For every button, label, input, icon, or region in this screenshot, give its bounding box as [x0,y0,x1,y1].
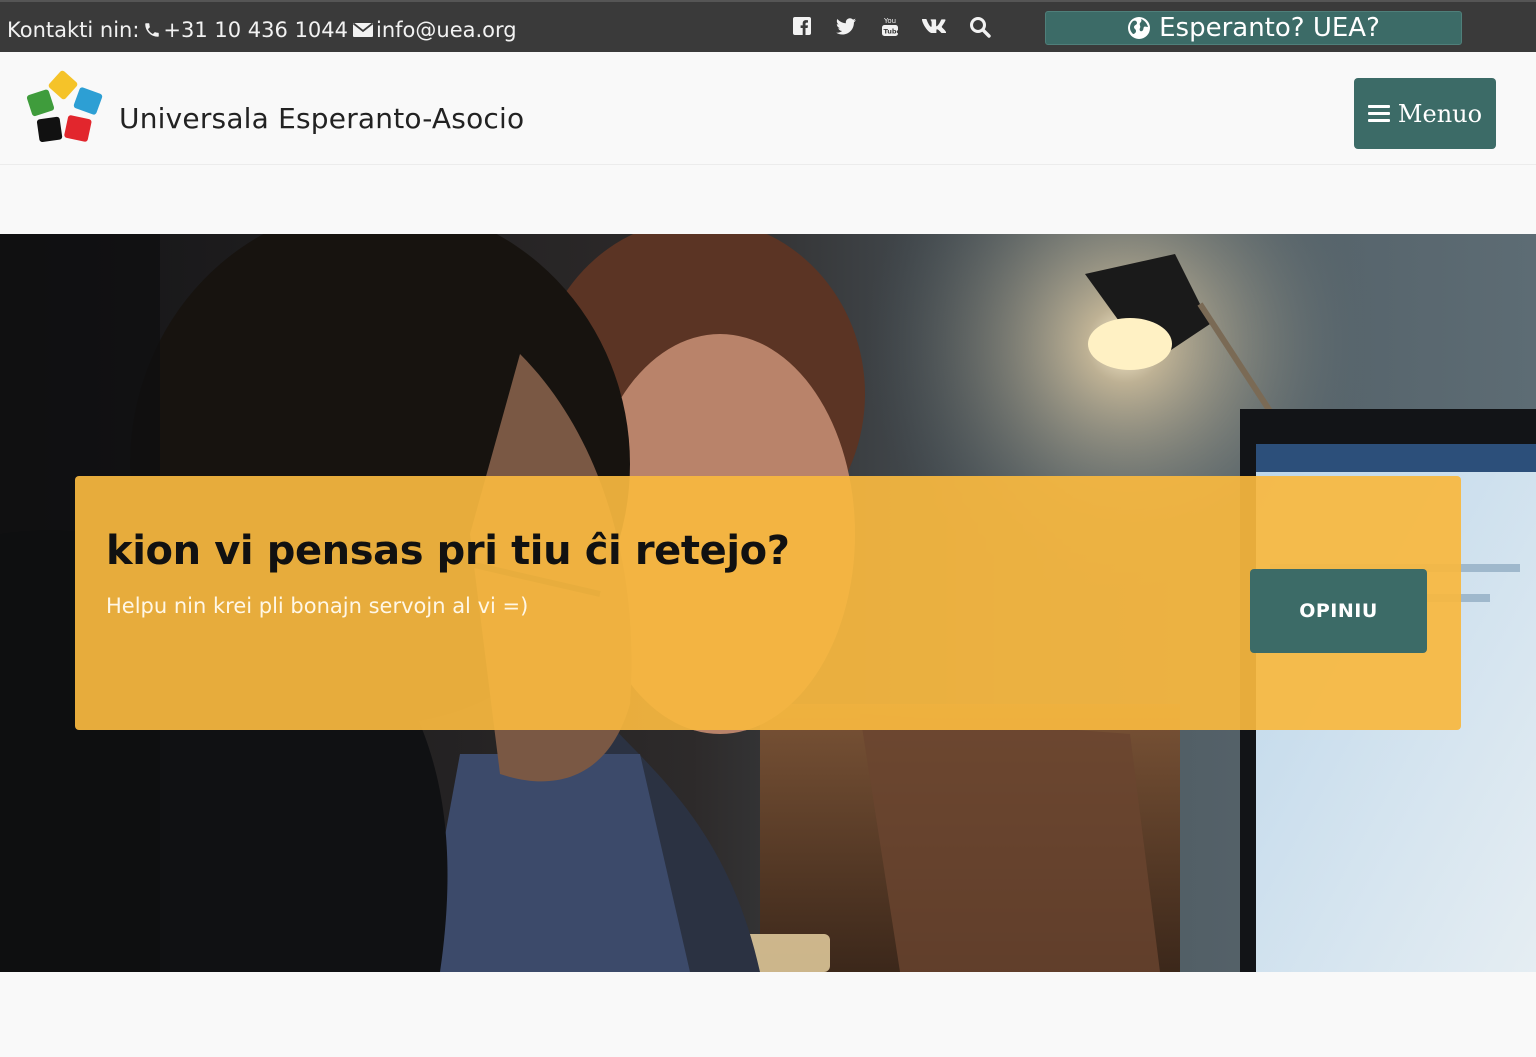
social-links: You Tube [780,14,956,38]
hamburger-icon [1367,101,1390,126]
feedback-title: kion vi pensas pri tiu ĉi retejo? [106,528,790,574]
feedback-banner: kion vi pensas pri tiu ĉi retejo? Helpu … [75,476,1461,730]
uea-logo [26,70,103,143]
envelope-icon [352,22,374,38]
contact-label: Kontakti nin: [7,18,140,42]
phone-icon [143,21,161,39]
top-bar: Kontakti nin: +31 10 436 1044 info@uea.o… [0,0,1536,52]
phone-link[interactable]: +31 10 436 1044 [163,16,348,44]
svg-text:You: You [883,17,896,25]
svg-text:Tube: Tube [884,28,900,36]
contact-info: Kontakti nin: +31 10 436 1044 info@uea.o… [7,16,517,44]
youtube-icon[interactable]: You Tube [868,14,912,38]
globe-icon [1127,16,1151,40]
site-header: Universala Esperanto-Asocio Menuo [0,52,1536,165]
search-icon[interactable] [966,14,994,40]
feedback-button[interactable]: OPINIU [1250,569,1427,653]
vk-icon[interactable] [912,14,956,38]
page-bottom-area [0,972,1536,1057]
facebook-icon[interactable] [780,14,824,38]
esperanto-uea-button[interactable]: Esperanto? UEA? [1045,11,1462,45]
home-logo-link[interactable]: Universala Esperanto-Asocio [26,70,524,148]
menu-button[interactable]: Menuo [1354,78,1496,149]
site-name: Universala Esperanto-Asocio [119,101,525,135]
feedback-subtitle: Helpu nin krei pli bonajn servojn al vi … [106,594,529,618]
esperanto-uea-label: Esperanto? UEA? [1159,13,1380,43]
menu-label: Menuo [1397,99,1483,128]
email-link[interactable]: info@uea.org [376,16,517,44]
twitter-icon[interactable] [824,14,868,38]
